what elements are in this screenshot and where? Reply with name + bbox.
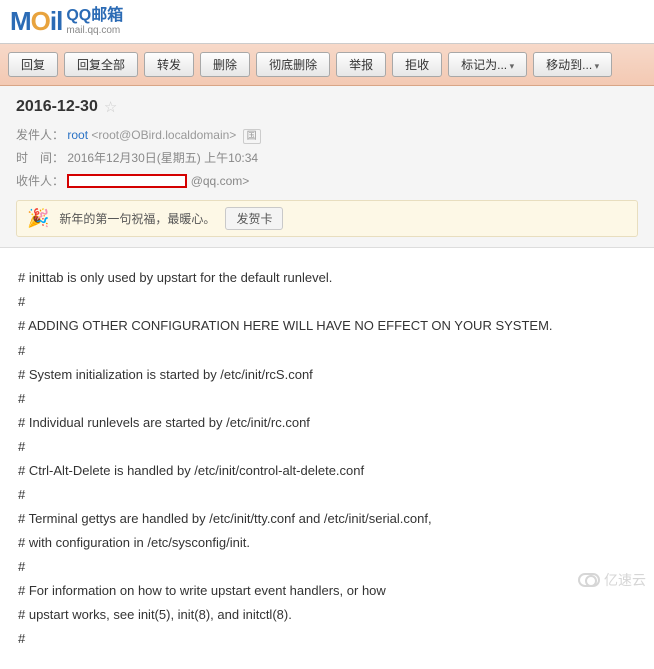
body-line: # upstart works, see init(5), init(8), a… bbox=[18, 603, 636, 627]
body-line: # bbox=[18, 339, 636, 363]
toolbar: 回复 回复全部 转发 删除 彻底删除 举报 拒收 标记为... 移动到... bbox=[0, 44, 654, 86]
delete-permanent-button[interactable]: 彻底删除 bbox=[256, 52, 330, 77]
body-line: # Individual runlevels are started by /e… bbox=[18, 411, 636, 435]
reply-all-button[interactable]: 回复全部 bbox=[64, 52, 138, 77]
forward-button[interactable]: 转发 bbox=[144, 52, 194, 77]
body-line: # Ctrl-Alt-Delete is handled by /etc/ini… bbox=[18, 459, 636, 483]
brand-en: mail.qq.com bbox=[66, 25, 123, 36]
logo-mail: MOil bbox=[10, 6, 62, 37]
reply-button[interactable]: 回复 bbox=[8, 52, 58, 77]
body-line: # System initialization is started by /e… bbox=[18, 363, 636, 387]
body-line: # bbox=[18, 387, 636, 411]
send-card-button[interactable]: 发贺卡 bbox=[225, 207, 283, 230]
body-line: # bbox=[18, 483, 636, 507]
report-button[interactable]: 举报 bbox=[336, 52, 386, 77]
body-line: # inittab is only used by upstart for th… bbox=[18, 266, 636, 290]
body-line: # bbox=[18, 290, 636, 314]
promo-text: 新年的第一句祝福，最暖心。 bbox=[59, 210, 215, 227]
logo-m: M bbox=[10, 6, 31, 36]
brand-cn: QQ邮箱 bbox=[66, 7, 123, 25]
subject-row: 2016-12-30 ☆ bbox=[16, 98, 638, 116]
body-line: # For information on how to write upstar… bbox=[18, 579, 636, 603]
logo-il: il bbox=[50, 6, 62, 36]
date-line: 时 间： 2016年12月30日(星期五) 上午10:34 bbox=[16, 147, 638, 170]
sender-line: 发件人： root <root@OBird.localdomain> 国 bbox=[16, 124, 638, 147]
body-line: # bbox=[18, 627, 636, 651]
delete-button[interactable]: 删除 bbox=[200, 52, 250, 77]
move-to-dropdown[interactable]: 移动到... bbox=[533, 52, 612, 77]
body-line: # Terminal gettys are handled by /etc/in… bbox=[18, 507, 636, 531]
address-book-icon[interactable]: 国 bbox=[243, 129, 261, 144]
message-meta-panel: 2016-12-30 ☆ 发件人： root <root@OBird.local… bbox=[0, 86, 654, 248]
confetti-icon: 🎉 bbox=[27, 208, 49, 229]
watermark-text: 亿速云 bbox=[604, 570, 646, 590]
star-icon[interactable]: ☆ bbox=[104, 98, 117, 116]
sender-name[interactable]: root bbox=[67, 128, 88, 142]
logo-o: O bbox=[31, 6, 50, 36]
recipient-domain: @qq.com> bbox=[191, 174, 250, 188]
body-line: # ADDING OTHER CONFIGURATION HERE WILL H… bbox=[18, 314, 636, 338]
message-body: # inittab is only used by upstart for th… bbox=[0, 248, 654, 669]
cloud-icon bbox=[578, 573, 600, 587]
sender-label: 发件人： bbox=[16, 128, 64, 142]
subject: 2016-12-30 bbox=[16, 98, 98, 116]
app-header: MOil QQ邮箱 mail.qq.com bbox=[0, 0, 654, 44]
logo-brand: QQ邮箱 mail.qq.com bbox=[66, 7, 123, 36]
watermark: 亿速云 bbox=[578, 570, 646, 590]
body-line: # with configuration in /etc/sysconfig/i… bbox=[18, 531, 636, 555]
body-line: # bbox=[18, 435, 636, 459]
recipient-line: 收件人： @qq.com> bbox=[16, 170, 638, 193]
reject-button[interactable]: 拒收 bbox=[392, 52, 442, 77]
mark-as-dropdown[interactable]: 标记为... bbox=[448, 52, 527, 77]
promo-bar: 🎉 新年的第一句祝福，最暖心。 发贺卡 bbox=[16, 200, 638, 237]
recipient-label: 收件人： bbox=[16, 174, 64, 188]
redacted-recipient bbox=[67, 174, 187, 188]
date-label: 时 间： bbox=[16, 151, 64, 165]
date-value: 2016年12月30日(星期五) 上午10:34 bbox=[67, 151, 258, 165]
sender-address: <root@OBird.localdomain> bbox=[91, 128, 236, 142]
body-line: # bbox=[18, 555, 636, 579]
